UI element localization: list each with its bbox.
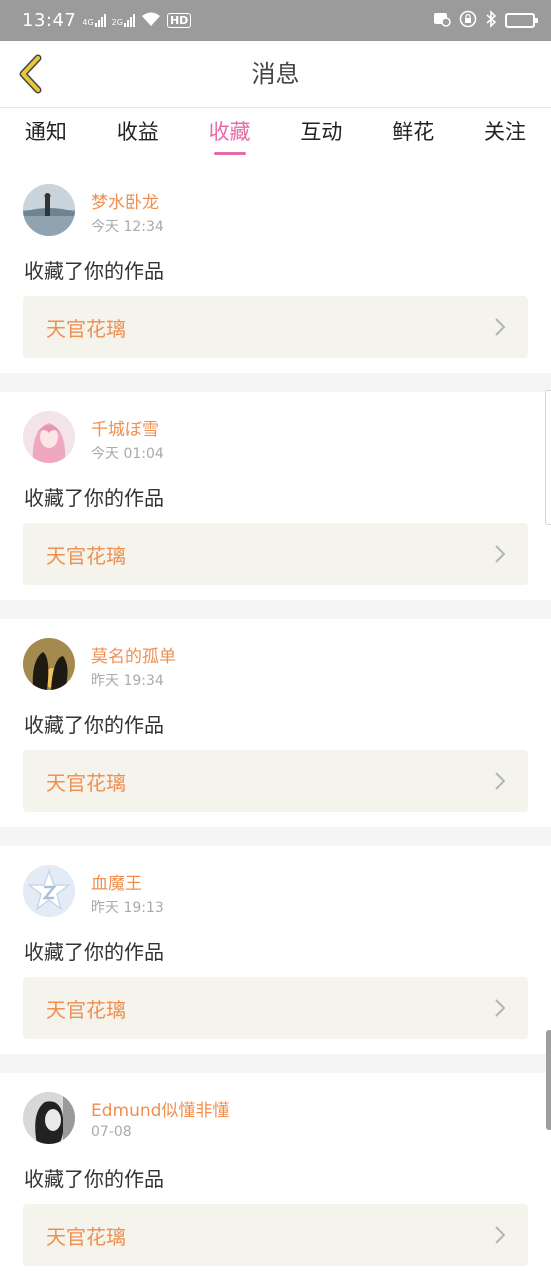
signal-4g-icon: 4G [82, 14, 106, 27]
notification-icon [433, 11, 451, 31]
work-title: 天官花璃 [46, 1224, 126, 1249]
chevron-right-icon [495, 545, 506, 563]
message-item: 血魔王 昨天 19:13 收藏了你的作品 天官花璃 [0, 846, 551, 1054]
lock-rotation-icon [459, 10, 477, 32]
avatar[interactable] [23, 1092, 75, 1144]
timestamp: 昨天 19:34 [91, 673, 164, 689]
work-link[interactable]: 天官花璃 [23, 523, 528, 585]
navigation-bar: 消息 [0, 41, 551, 108]
chevron-right-icon [495, 318, 506, 336]
page-title: 消息 [251, 60, 300, 88]
message-item: Edmund似懂非懂 07-08 收藏了你的作品 天官花璃 [0, 1073, 551, 1281]
message-item: 莫名的孤单 昨天 19:34 收藏了你的作品 天官花璃 [0, 619, 551, 827]
net-2g-label: 2G [111, 18, 123, 27]
chevron-right-icon [495, 1226, 506, 1244]
wifi-icon [141, 11, 161, 31]
active-tab-indicator [213, 152, 246, 155]
net-4g-label: 4G [82, 18, 94, 27]
timestamp: 昨天 19:13 [91, 900, 164, 916]
tab-notifications[interactable]: 通知 [0, 108, 92, 165]
tab-favorites[interactable]: 收藏 [184, 108, 276, 165]
back-arrow-icon [19, 54, 42, 94]
tab-label: 收益 [116, 120, 159, 144]
signal-2g-icon: 2G [112, 14, 135, 27]
battery-icon [505, 13, 538, 28]
edge-handle[interactable] [545, 390, 551, 525]
work-link[interactable]: 天官花璃 [23, 1204, 528, 1266]
action-text: 收藏了你的作品 [24, 259, 164, 283]
username-link[interactable]: 血魔王 [91, 869, 142, 894]
username-link[interactable]: Edmund似懂非懂 [91, 1096, 229, 1121]
tab-earnings[interactable]: 收益 [92, 108, 184, 165]
status-left: 13:47 4G 2G HD [22, 10, 192, 31]
work-link[interactable]: 天官花璃 [23, 296, 528, 358]
timestamp: 今天 12:34 [91, 219, 164, 235]
chevron-right-icon [495, 772, 506, 790]
tab-following[interactable]: 关注 [459, 108, 551, 165]
timestamp: 07-08 [91, 1124, 132, 1140]
work-link[interactable]: 天官花璃 [23, 750, 528, 812]
avatar[interactable] [23, 184, 75, 236]
message-item: 千城ぼ雪 今天 01:04 收藏了你的作品 天官花璃 [0, 392, 551, 600]
category-tabs: 通知 收益 收藏 互动 鲜花 关注 [0, 108, 551, 165]
message-item: 梦水卧龙 今天 12:34 收藏了你的作品 天官花璃 [0, 165, 551, 373]
tab-label: 通知 [24, 120, 67, 144]
tab-interactions[interactable]: 互动 [275, 108, 367, 165]
message-list: 梦水卧龙 今天 12:34 收藏了你的作品 天官花璃 千城ぼ雪 今天 01:04… [0, 165, 551, 1281]
avatar[interactable] [23, 411, 75, 463]
action-text: 收藏了你的作品 [24, 940, 164, 964]
tab-label: 鲜花 [392, 120, 435, 144]
chevron-right-icon [495, 999, 506, 1017]
username-link[interactable]: 莫名的孤单 [91, 642, 176, 667]
hd-label: HD [169, 14, 189, 27]
work-link[interactable]: 天官花璃 [23, 977, 528, 1039]
tab-label: 互动 [300, 120, 343, 144]
work-title: 天官花璃 [46, 316, 126, 341]
work-title: 天官花璃 [46, 543, 126, 568]
tab-flowers[interactable]: 鲜花 [367, 108, 459, 165]
action-text: 收藏了你的作品 [24, 713, 164, 737]
avatar[interactable] [23, 638, 75, 690]
status-time: 13:47 [22, 10, 77, 31]
action-text: 收藏了你的作品 [24, 1167, 164, 1191]
work-title: 天官花璃 [46, 770, 126, 795]
hd-icon: HD [166, 13, 192, 28]
avatar[interactable] [23, 865, 75, 917]
work-title: 天官花璃 [46, 997, 126, 1022]
scrollbar-thumb[interactable] [546, 1030, 551, 1130]
action-text: 收藏了你的作品 [24, 486, 164, 510]
back-button[interactable] [10, 53, 50, 95]
status-bar: 13:47 4G 2G HD [0, 0, 551, 41]
bluetooth-icon [485, 9, 497, 32]
tab-label: 收藏 [208, 120, 251, 144]
tab-label: 关注 [484, 120, 527, 144]
username-link[interactable]: 梦水卧龙 [91, 188, 159, 213]
timestamp: 今天 01:04 [91, 446, 164, 462]
status-right [433, 9, 538, 32]
username-link[interactable]: 千城ぼ雪 [91, 415, 159, 440]
